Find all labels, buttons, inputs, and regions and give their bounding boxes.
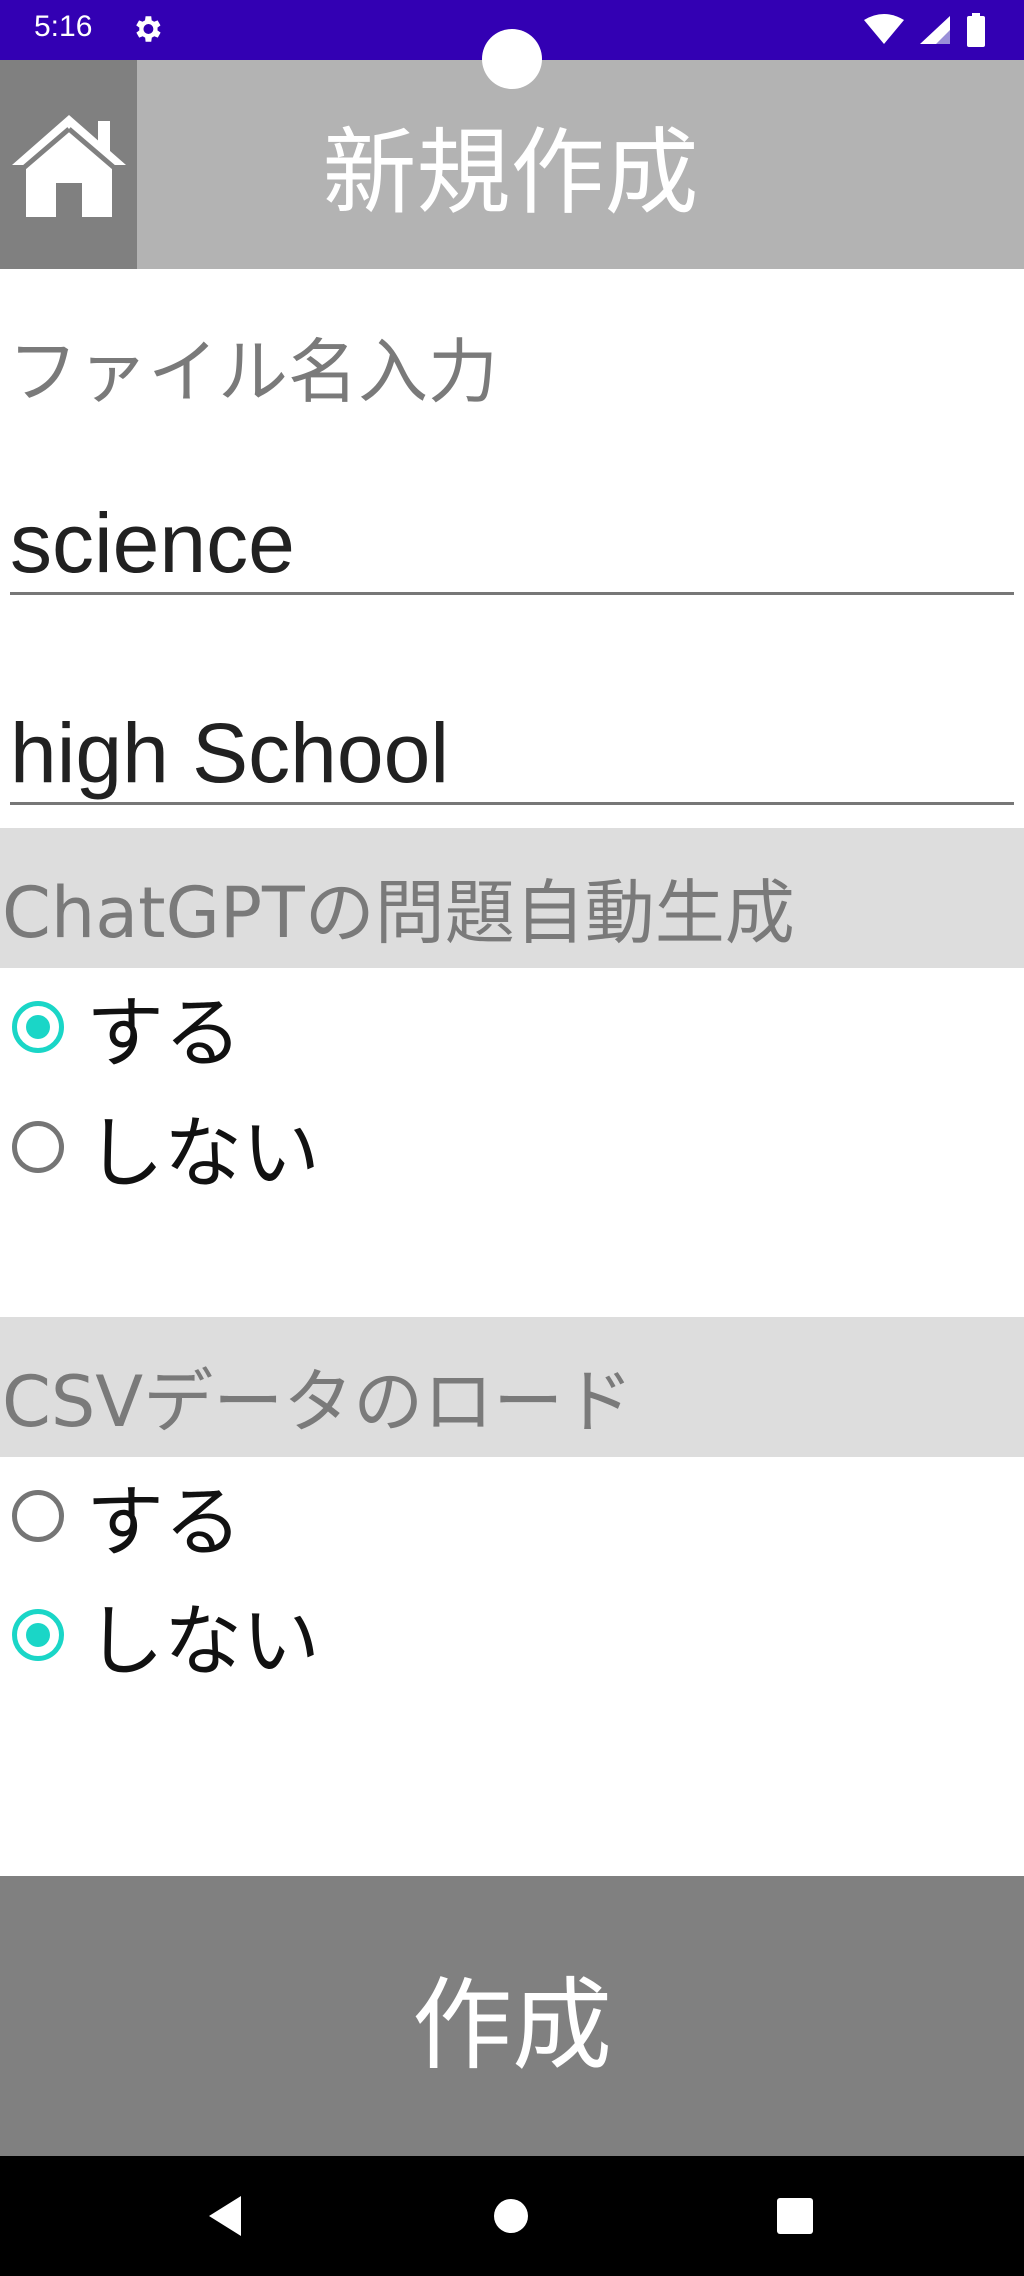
battery-icon xyxy=(967,13,985,47)
radio-button[interactable] xyxy=(12,1490,64,1542)
signal-icon xyxy=(920,16,950,44)
radio-button[interactable] xyxy=(12,1121,64,1173)
settings-icon xyxy=(136,16,161,42)
radio-label: する xyxy=(86,1478,243,1568)
navigation-bar xyxy=(0,2156,1024,2276)
home-icon xyxy=(11,114,126,217)
file-name-input[interactable] xyxy=(10,495,1014,595)
radio-label: しない xyxy=(86,1597,321,1687)
radio-label: する xyxy=(86,989,243,1079)
header: 新規作成 xyxy=(0,60,1024,269)
second-name-input[interactable] xyxy=(10,705,1014,805)
file-name-label: ファイル名入力 xyxy=(8,331,498,413)
radio-button-checked[interactable] xyxy=(12,1001,64,1053)
status-time: 5:16 xyxy=(34,10,93,43)
chatgpt-section-header: ChatGPTの問題自動生成 xyxy=(0,828,1024,968)
create-button[interactable]: 作成 xyxy=(0,1876,1024,2156)
camera-cutout xyxy=(482,29,542,89)
status-icons xyxy=(864,12,986,48)
home-button[interactable] xyxy=(0,60,137,269)
radio-label: しない xyxy=(86,1109,321,1199)
page-title: 新規作成 xyxy=(322,118,699,228)
chatgpt-option-yes[interactable]: する xyxy=(12,977,242,1079)
chatgpt-option-no[interactable]: しない xyxy=(12,1097,320,1199)
csv-section-header: CSVデータのロード xyxy=(0,1317,1024,1457)
nav-home-button[interactable] xyxy=(451,2156,571,2276)
radio-button-checked[interactable] xyxy=(12,1609,64,1661)
back-icon xyxy=(209,2196,241,2236)
recents-button[interactable] xyxy=(735,2156,855,2276)
csv-option-yes[interactable]: する xyxy=(12,1466,242,1568)
home-circle-icon xyxy=(494,2199,528,2233)
wifi-icon xyxy=(864,14,904,44)
chatgpt-section-title: ChatGPTの問題自動生成 xyxy=(2,872,795,954)
csv-option-no[interactable]: しない xyxy=(12,1585,320,1687)
csv-section-title: CSVデータのロード xyxy=(2,1361,634,1443)
recents-icon xyxy=(777,2198,813,2234)
back-button[interactable] xyxy=(165,2156,285,2276)
